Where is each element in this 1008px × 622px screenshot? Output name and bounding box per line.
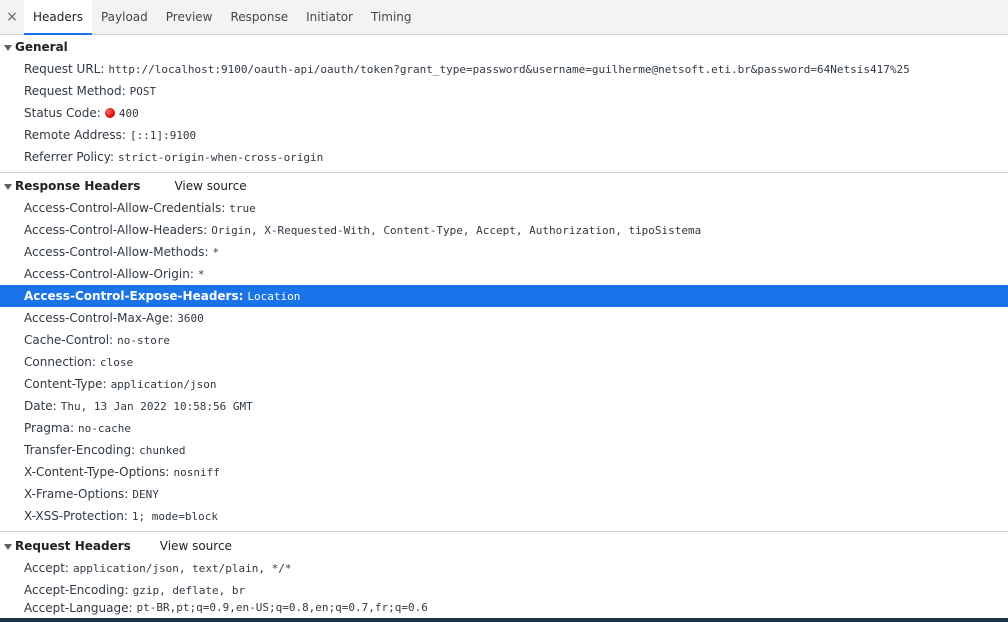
header-key: X-Content-Type-Options:	[24, 465, 170, 479]
header-row[interactable]: Access-Control-Allow-Origin: *	[0, 263, 1008, 285]
header-row[interactable]: Pragma: no-cache	[0, 417, 1008, 439]
header-value: close	[99, 355, 134, 369]
header-row[interactable]: Accept: application/json, text/plain, */*	[0, 557, 1008, 579]
header-row[interactable]: Cache-Control: no-store	[0, 329, 1008, 351]
header-key: Referrer Policy:	[24, 150, 114, 164]
header-row[interactable]: Connection: close	[0, 351, 1008, 373]
header-key: Connection:	[24, 355, 96, 369]
header-key: Access-Control-Allow-Headers:	[24, 223, 208, 237]
tab-payload[interactable]: Payload	[92, 0, 157, 34]
general-row-referrer-policy: Referrer Policy: strict-origin-when-cros…	[0, 146, 1008, 168]
header-value: chunked	[139, 443, 186, 457]
tab-headers[interactable]: Headers	[24, 0, 92, 35]
header-key: Access-Control-Allow-Origin:	[24, 267, 194, 281]
request-headers-list: Accept: application/json, text/plain, */*…	[0, 557, 1008, 615]
header-value: DENY	[132, 487, 159, 501]
header-key: Content-Type:	[24, 377, 107, 391]
request-headers-section: Request Headers View source Accept: appli…	[0, 532, 1008, 615]
header-value: true	[229, 201, 256, 215]
header-row[interactable]: Accept-Language: pt-BR,pt;q=0.9,en-US;q=0…	[0, 601, 1008, 615]
header-value: gzip, deflate, br	[132, 583, 246, 597]
header-row[interactable]: Transfer-Encoding: chunked	[0, 439, 1008, 461]
header-key: Status Code:	[24, 106, 101, 120]
header-row[interactable]: Access-Control-Allow-Credentials: true	[0, 197, 1008, 219]
bottom-bar	[0, 618, 1008, 622]
header-key: Access-Control-Allow-Methods:	[24, 245, 209, 259]
header-value: no-cache	[78, 421, 131, 435]
response-headers-title: Response Headers	[15, 179, 141, 193]
header-row[interactable]: Access-Control-Max-Age: 3600	[0, 307, 1008, 329]
general-title: General	[15, 40, 68, 54]
header-key: Access-Control-Expose-Headers:	[24, 289, 244, 303]
header-value: no-store	[117, 333, 171, 347]
header-value: Origin, X-Requested-With, Content-Type, …	[211, 223, 702, 237]
header-key: Access-Control-Allow-Credentials:	[24, 201, 226, 215]
header-key: Date:	[24, 399, 57, 413]
general-row-status-code: Status Code: 400	[0, 102, 1008, 124]
header-value: 400	[118, 106, 139, 120]
response-view-source-link[interactable]: View source	[174, 179, 246, 193]
tab-response[interactable]: Response	[221, 0, 297, 34]
general-row-request-url: Request URL: http://localhost:9100/oauth…	[0, 58, 1008, 80]
header-row[interactable]: Access-Control-Allow-Methods: *	[0, 241, 1008, 263]
header-value: strict-origin-when-cross-origin	[118, 150, 324, 164]
header-value: *	[212, 245, 220, 259]
close-icon[interactable]: ×	[0, 0, 24, 34]
general-row-request-method: Request Method: POST	[0, 80, 1008, 102]
tab-preview[interactable]: Preview	[157, 0, 222, 34]
header-value: Thu, 13 Jan 2022 10:58:56 GMT	[60, 399, 253, 413]
triangle-down-icon	[4, 543, 12, 550]
request-view-source-link[interactable]: View source	[160, 539, 232, 553]
header-value: application/json, text/plain, */*	[72, 561, 292, 575]
header-value: http://localhost:9100/oauth-api/oauth/to…	[108, 62, 910, 76]
header-value: 3600	[177, 311, 204, 325]
general-row-remote-address: Remote Address: [::1]:9100	[0, 124, 1008, 146]
header-row[interactable]: X-XSS-Protection: 1; mode=block	[0, 505, 1008, 527]
header-key: Cache-Control:	[24, 333, 114, 347]
header-row[interactable]: Content-Type: application/json	[0, 373, 1008, 395]
tab-initiator[interactable]: Initiator	[297, 0, 362, 34]
header-value: 1; mode=block	[131, 509, 218, 523]
header-row[interactable]: Accept-Encoding: gzip, deflate, br	[0, 579, 1008, 601]
network-detail-tabbar: × Headers Payload Preview Response Initi…	[0, 0, 1008, 35]
header-value: application/json	[110, 377, 217, 391]
header-value: nosniff	[173, 465, 220, 479]
header-value: [::1]:9100	[129, 128, 197, 142]
header-key: Access-Control-Max-Age:	[24, 311, 174, 325]
header-value: *	[197, 267, 205, 281]
header-key: Request URL:	[24, 62, 105, 76]
header-value: pt-BR,pt;q=0.9,en-US;q=0.8,en;q=0.7,fr;q…	[136, 601, 428, 614]
response-headers-list: Access-Control-Allow-Credentials: true Acc…	[0, 197, 1008, 527]
header-row[interactable]: Date: Thu, 13 Jan 2022 10:58:56 GMT	[0, 395, 1008, 417]
header-key: X-Frame-Options:	[24, 487, 129, 501]
header-value: POST	[129, 84, 157, 98]
header-row[interactable]: X-Frame-Options: DENY	[0, 483, 1008, 505]
header-key: Pragma:	[24, 421, 75, 435]
response-headers-section-header[interactable]: Response Headers View source	[0, 175, 1008, 197]
header-row[interactable]: Access-Control-Allow-Headers: Origin, X-R…	[0, 219, 1008, 241]
header-key: Accept:	[24, 561, 69, 575]
response-headers-section: Response Headers View source Access-Cont…	[0, 173, 1008, 532]
header-key: Transfer-Encoding:	[24, 443, 136, 457]
tab-timing[interactable]: Timing	[362, 0, 421, 34]
header-row[interactable]: X-Content-Type-Options: nosniff	[0, 461, 1008, 483]
header-key: Request Method:	[24, 84, 126, 98]
header-key: Accept-Encoding:	[24, 583, 129, 597]
triangle-down-icon	[4, 183, 12, 190]
status-error-icon	[104, 108, 115, 118]
header-value: Location	[247, 289, 301, 303]
general-section: General Request URL: http://localhost:91…	[0, 35, 1008, 173]
header-key: X-XSS-Protection:	[24, 509, 128, 523]
general-section-header[interactable]: General	[0, 36, 1008, 58]
request-headers-section-header[interactable]: Request Headers View source	[0, 535, 1008, 557]
header-key: Accept-Language:	[24, 601, 133, 615]
request-headers-title: Request Headers	[15, 539, 131, 553]
header-key: Remote Address:	[24, 128, 126, 142]
header-row[interactable]: Access-Control-Expose-Headers: Location	[0, 285, 1008, 307]
triangle-down-icon	[4, 44, 12, 51]
